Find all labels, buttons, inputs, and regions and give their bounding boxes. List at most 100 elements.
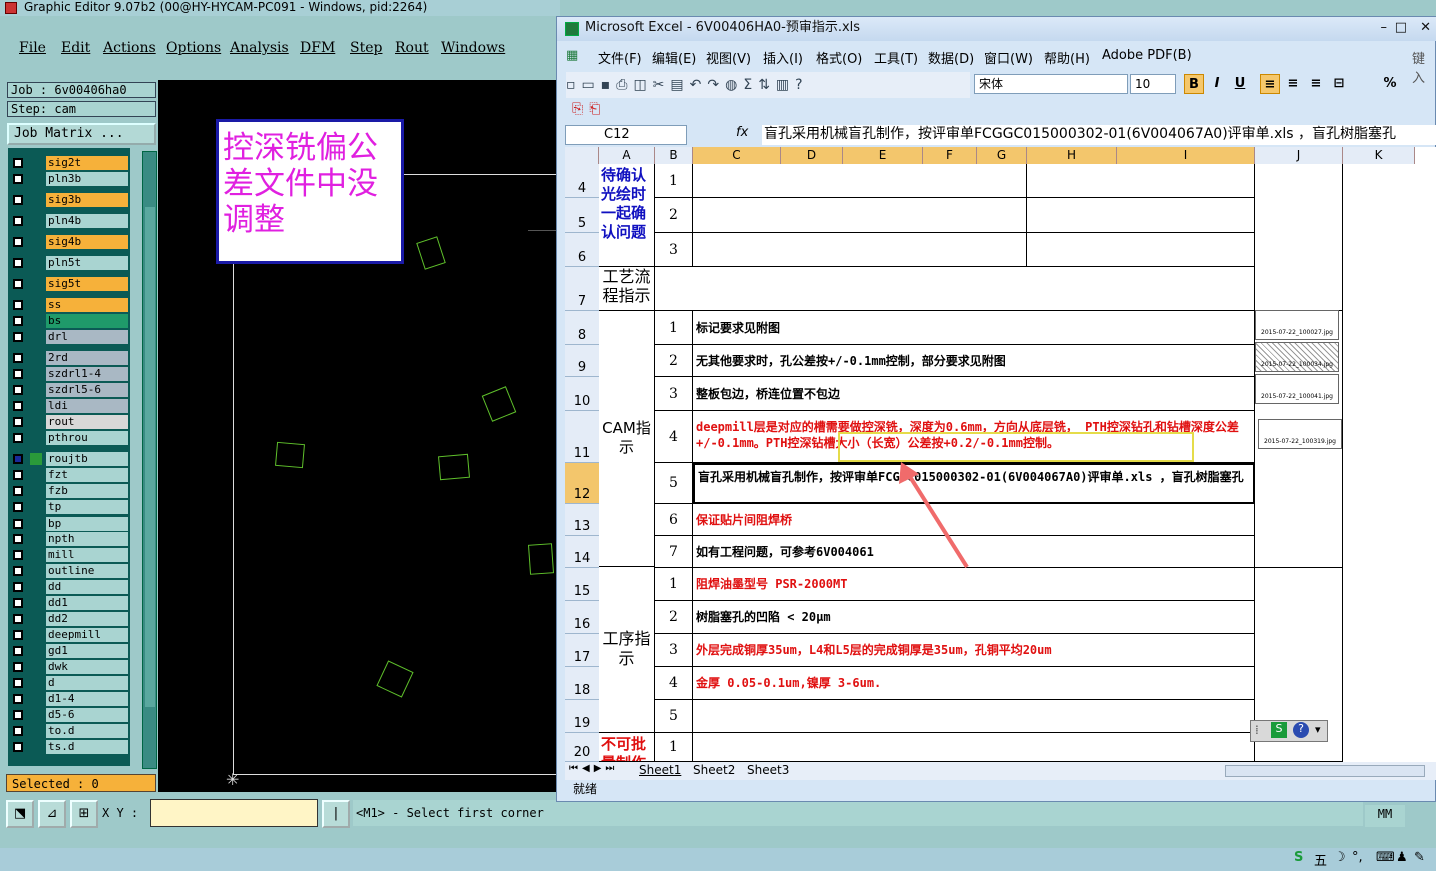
sogou-icon[interactable]: S: [1271, 722, 1287, 738]
layer-name[interactable]: dd2: [46, 612, 128, 626]
layer-checkbox[interactable]: [13, 385, 23, 395]
col-header[interactable]: K: [1343, 147, 1415, 164]
layer-checkbox[interactable]: [13, 534, 23, 544]
confirm-cell[interactable]: [693, 198, 1027, 233]
layer-name[interactable]: sig3b: [46, 193, 128, 207]
xl-menu-tools[interactable]: 工具(T): [874, 48, 918, 67]
row-header[interactable]: 4: [565, 164, 599, 198]
xl-menu-data[interactable]: 数据(D): [928, 48, 974, 67]
save-icon[interactable]: ▪: [601, 77, 617, 93]
layer-name[interactable]: dwk: [46, 660, 128, 674]
op-line[interactable]: [693, 700, 1255, 733]
underline-button[interactable]: U: [1230, 74, 1250, 94]
layer-row[interactable]: sig4b: [8, 235, 130, 249]
image-thumbnail[interactable]: 2015-07-22_100041.jpg: [1255, 374, 1339, 404]
layer-name[interactable]: pln5t: [46, 256, 128, 270]
row-header[interactable]: 14: [565, 536, 599, 568]
layer-row[interactable]: fzt: [8, 468, 130, 482]
row-header[interactable]: 5: [565, 198, 599, 233]
layer-name[interactable]: pthrou: [46, 431, 128, 445]
item-number[interactable]: 5: [655, 700, 693, 733]
layer-row[interactable]: fzb: [8, 484, 130, 498]
layer-row[interactable]: ts.d: [8, 740, 130, 754]
formula-bar[interactable]: 盲孔采用机械盲孔制作，按评审单FCGGC015000302-01(6V00406…: [762, 125, 1436, 145]
layer-name[interactable]: roujtb: [46, 452, 128, 466]
row-header[interactable]: 16: [565, 601, 599, 634]
layer-row[interactable]: gd1: [8, 644, 130, 658]
merge-icon[interactable]: ⊟: [1329, 74, 1349, 94]
layer-row[interactable]: npth: [8, 532, 130, 546]
spreadsheet-grid[interactable]: A B C D E F G H I J K 4 5 6 7 8 9 10 11 …: [565, 147, 1436, 762]
layer-row[interactable]: roujtb: [8, 452, 130, 466]
layer-name[interactable]: d1-4: [46, 692, 128, 706]
col-header[interactable]: H: [1027, 147, 1117, 164]
layer-row[interactable]: rout: [8, 415, 130, 429]
layer-row[interactable]: dd2: [8, 612, 130, 626]
col-header[interactable]: A: [599, 147, 655, 164]
layer-checkbox[interactable]: [13, 582, 23, 592]
section-cam[interactable]: CAM指示: [599, 311, 655, 567]
col-header[interactable]: F: [923, 147, 977, 164]
bold-button[interactable]: B: [1184, 74, 1204, 94]
layer-name[interactable]: pln4b: [46, 214, 128, 228]
item-number[interactable]: 6: [655, 504, 693, 536]
col-header[interactable]: G: [977, 147, 1027, 164]
row-header[interactable]: 12: [565, 463, 599, 504]
layer-row[interactable]: deepmill: [8, 628, 130, 642]
cam-line[interactable]: 标记要求见附图: [693, 311, 1255, 345]
layer-row[interactable]: szdrl5-6: [8, 383, 130, 397]
hyperlink-icon[interactable]: ◍: [725, 77, 743, 93]
j-cell[interactable]: [1255, 164, 1343, 311]
layer-checkbox[interactable]: [13, 237, 23, 247]
layer-checkbox[interactable]: [13, 646, 23, 656]
layer-name[interactable]: bs: [46, 314, 128, 328]
layer-row[interactable]: sig3b: [8, 193, 130, 207]
section-confirm[interactable]: 待确认光绘时一起确认问题: [599, 164, 655, 267]
fx-icon[interactable]: fx: [736, 125, 748, 140]
row-header[interactable]: 6: [565, 233, 599, 267]
item-number[interactable]: 4: [655, 667, 693, 700]
layer-checkbox[interactable]: [13, 614, 23, 624]
section-no-batch[interactable]: 不可批量制作: [599, 733, 655, 762]
col-header[interactable]: J: [1255, 147, 1343, 164]
pdf-icon[interactable]: ⎘: [572, 101, 589, 117]
layer-row[interactable]: outline: [8, 564, 130, 578]
item-number[interactable]: 2: [655, 345, 693, 377]
layer-row[interactable]: to.d: [8, 724, 130, 738]
chart-icon[interactable]: ▥: [776, 77, 795, 93]
doc-icon[interactable]: ▦: [566, 48, 578, 63]
op-line[interactable]: 外层完成铜厚35um，L4和L5层的完成铜厚是35um，孔铜平均20um: [693, 634, 1255, 667]
layer-row[interactable]: bp: [8, 517, 130, 531]
row-header[interactable]: 19: [565, 700, 599, 733]
section-process[interactable]: 工艺流程指示: [599, 267, 655, 311]
layer-row[interactable]: pln3b: [8, 172, 130, 186]
layer-checkbox[interactable]: [13, 174, 23, 184]
row-header[interactable]: 18: [565, 667, 599, 700]
item-number[interactable]: 3: [655, 377, 693, 411]
layer-name[interactable]: ss: [46, 298, 128, 312]
layer-checkbox[interactable]: [13, 630, 23, 640]
layer-row[interactable]: tp: [8, 500, 130, 514]
autosum-icon[interactable]: Σ: [743, 77, 758, 93]
pdf-email-icon[interactable]: ⎗: [589, 101, 606, 117]
print-icon[interactable]: ⎙: [616, 77, 633, 93]
image-thumbnail[interactable]: 2015-07-22_100319.jpg: [1258, 419, 1342, 449]
xl-menu-adobepdf[interactable]: Adobe PDF(B): [1102, 48, 1192, 63]
layer-name[interactable]: ldi: [46, 399, 128, 413]
row-header[interactable]: 17: [565, 634, 599, 667]
horizontal-scrollbar[interactable]: [1225, 765, 1425, 777]
row-header[interactable]: 13: [565, 504, 599, 536]
layer-checkbox[interactable]: [13, 662, 23, 672]
layer-name[interactable]: drl: [46, 330, 128, 344]
layer-name[interactable]: d5-6: [46, 708, 128, 722]
confirm-cell[interactable]: [1027, 198, 1255, 233]
help-icon[interactable]: ?: [795, 77, 808, 93]
col-header[interactable]: C: [693, 147, 781, 164]
layer-row[interactable]: sig2t: [8, 156, 130, 170]
row-header[interactable]: 11: [565, 411, 599, 463]
layer-row[interactable]: szdrl1-4: [8, 367, 130, 381]
grid-tool-button[interactable]: ⊞: [70, 800, 98, 828]
xl-menu-view[interactable]: 视图(V): [706, 48, 751, 67]
item-number[interactable]: 1: [655, 568, 693, 601]
ask-box[interactable]: 键入: [1412, 48, 1436, 86]
